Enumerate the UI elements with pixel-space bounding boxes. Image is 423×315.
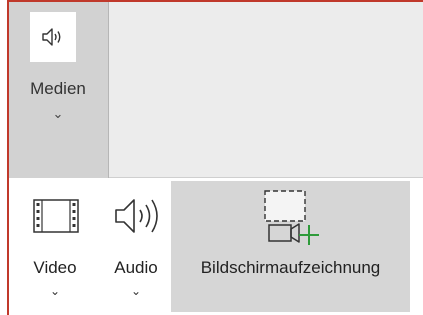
audio-label: Audio [114, 258, 158, 277]
chevron-down-icon: ⌄ [52, 106, 64, 121]
chevron-down-icon: ⌄ [49, 284, 61, 298]
film-icon [32, 196, 80, 241]
screen-recording-icon [257, 187, 325, 252]
screen-recording-label: Bildschirmaufzeichnung [200, 258, 381, 277]
media-dropdown-panel: Video ⌄ Audio ⌄ Bildschirmaufzeichnung [9, 178, 423, 315]
chevron-down-icon: ⌄ [130, 284, 142, 298]
medien-group-button[interactable]: Medien ⌄ [9, 2, 109, 178]
screen-recording-button[interactable]: Bildschirmaufzeichnung [171, 181, 410, 312]
speaker-icon [112, 194, 162, 243]
speaker-icon [30, 12, 76, 62]
medien-group-label: Medien [30, 79, 86, 98]
video-label: Video [33, 258, 77, 277]
audio-button[interactable]: Audio ⌄ [101, 178, 171, 315]
video-button[interactable]: Video ⌄ [9, 178, 101, 315]
